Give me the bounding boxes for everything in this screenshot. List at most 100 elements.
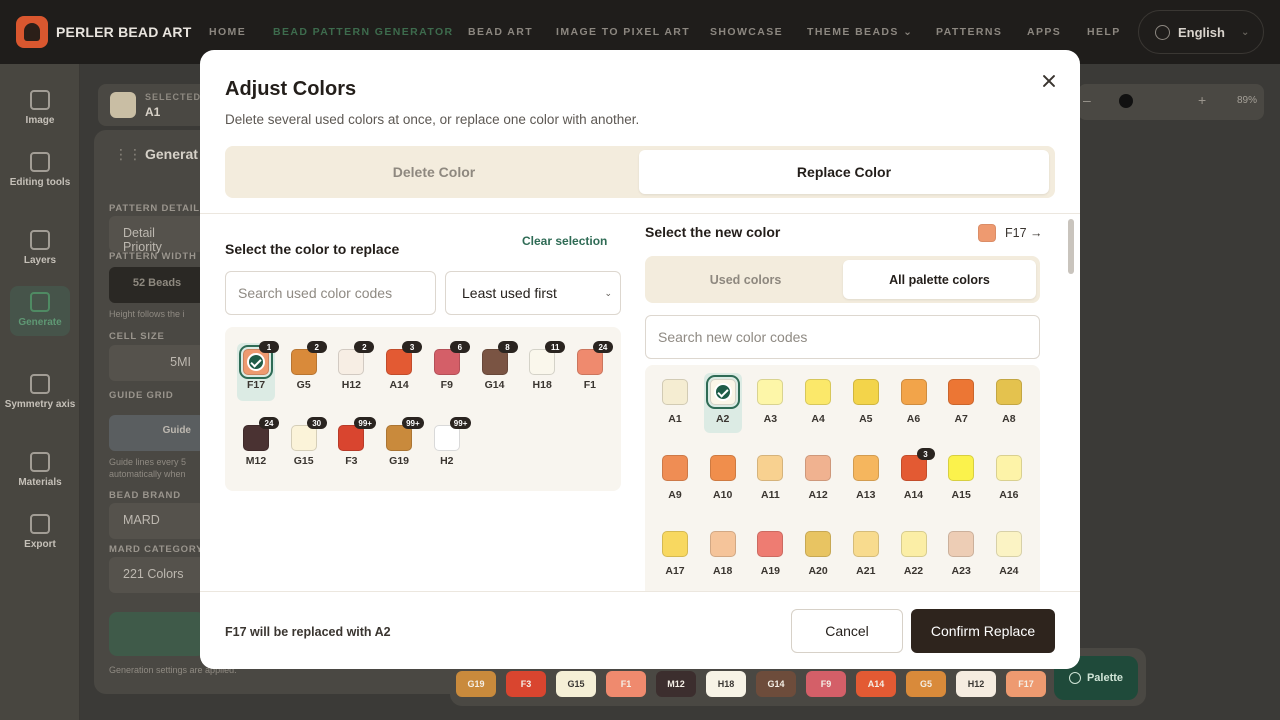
used-color-item-g14[interactable]: 8 G14 <box>476 327 524 391</box>
color-swatch <box>757 531 784 557</box>
palette-color-item-a23[interactable]: A23 <box>942 531 986 595</box>
nav-bead-pattern-generator[interactable]: BEAD PATTERN GENERATOR <box>273 26 454 38</box>
scrollbar-track[interactable] <box>1066 217 1074 641</box>
tab-all-palette-colors[interactable]: All palette colors <box>843 260 1036 299</box>
used-color-chip[interactable]: F17 <box>1006 671 1046 697</box>
guide-grid-option[interactable]: Guide <box>109 415 205 451</box>
used-color-chip[interactable]: G5 <box>906 671 946 697</box>
usage-count-badge: 8 <box>497 341 518 353</box>
used-color-item-h12[interactable]: 2 H12 <box>332 327 380 391</box>
tab-replace-color[interactable]: Replace Color <box>639 150 1049 194</box>
mard-category-select[interactable]: 221 Colors <box>109 557 205 593</box>
brand-name[interactable]: PERLER BEAD ART <box>56 24 192 40</box>
used-color-chip[interactable]: A14 <box>856 671 896 697</box>
palette-color-item-a9[interactable]: A9 <box>656 455 700 519</box>
sidebar-item-export[interactable]: Export <box>0 514 80 552</box>
palette-color-item-a17[interactable]: A17 <box>656 531 700 595</box>
palette-color-item-a11[interactable]: A11 <box>751 455 795 519</box>
used-color-chip[interactable]: F1 <box>606 671 646 697</box>
used-color-chip[interactable]: F3 <box>506 671 546 697</box>
palette-color-item-a24[interactable]: A24 <box>990 531 1034 595</box>
palette-color-item-a6[interactable]: A6 <box>895 379 939 443</box>
zoom-in-button[interactable]: + <box>1198 92 1206 108</box>
sidebar-item-image[interactable]: Image <box>0 90 80 128</box>
sidebar-item-layers[interactable]: Layers <box>0 230 80 268</box>
zoom-out-button[interactable]: – <box>1083 92 1091 108</box>
color-code: A11 <box>761 489 780 501</box>
palette-color-item-a2[interactable]: A2 <box>703 373 748 443</box>
palette-color-item-a15[interactable]: A15 <box>942 455 986 519</box>
used-color-chip[interactable]: F9 <box>806 671 846 697</box>
generate-button[interactable] <box>109 612 205 656</box>
used-color-chip[interactable]: G19 <box>456 671 496 697</box>
palette-color-item-a12[interactable]: A12 <box>799 455 843 519</box>
close-icon[interactable] <box>1038 70 1060 92</box>
palette-color-item-a10[interactable]: A10 <box>704 455 748 519</box>
color-swatch <box>852 455 879 481</box>
scrollbar-thumb[interactable] <box>1068 219 1074 274</box>
nav-help[interactable]: HELP <box>1087 26 1121 38</box>
palette-color-item-a19[interactable]: A19 <box>751 531 795 595</box>
tab-used-colors[interactable]: Used colors <box>649 260 842 299</box>
used-color-item-f17[interactable]: 1 F17 <box>237 327 285 401</box>
sidebar-item-editing-tools[interactable]: Editing tools <box>0 152 80 190</box>
selected-color-value: A1 <box>145 105 161 119</box>
nav-image-to-pixel-art[interactable]: IMAGE TO PIXEL ART <box>556 26 690 38</box>
palette-color-item-a13[interactable]: A13 <box>847 455 891 519</box>
sidebar-item-symmetry-axis[interactable]: Symmetry axis <box>0 374 80 412</box>
search-used-colors-input[interactable] <box>225 271 436 315</box>
used-color-item-h18[interactable]: 11 H18 <box>523 327 571 391</box>
used-color-chip[interactable]: M12 <box>656 671 696 697</box>
zoom-slider-handle[interactable] <box>1119 94 1133 108</box>
palette-color-item-a5[interactable]: A5 <box>847 379 891 443</box>
adjust-colors-dialog: Adjust Colors Delete several used colors… <box>200 50 1080 669</box>
sidebar-item-generate[interactable]: Generate <box>10 286 70 336</box>
nav-patterns[interactable]: PATTERNS <box>936 26 1002 38</box>
palette-color-item-a1[interactable]: A1 <box>656 379 700 443</box>
bead-brand-select[interactable]: MARD <box>109 503 205 539</box>
nav-home[interactable]: HOME <box>209 26 246 38</box>
palette-color-item-a16[interactable]: A16 <box>990 455 1034 519</box>
cancel-button[interactable]: Cancel <box>791 609 903 653</box>
nav-theme-beads[interactable]: THEME BEADS ⌄ <box>807 26 913 38</box>
drag-handle-icon[interactable]: ⋮⋮ <box>114 146 142 163</box>
palette-color-item-a21[interactable]: A21 <box>847 531 891 595</box>
nav-showcase[interactable]: SHOWCASE <box>710 26 783 38</box>
used-color-chip[interactable]: G14 <box>756 671 796 697</box>
palette-color-item-a4[interactable]: A4 <box>799 379 843 443</box>
palette-color-item-a18[interactable]: A18 <box>704 531 748 595</box>
used-color-item-a14[interactable]: 3 A14 <box>380 327 428 391</box>
search-new-colors-input[interactable] <box>645 315 1040 359</box>
used-color-item-f9[interactable]: 6 F9 <box>428 327 476 391</box>
used-color-item-f1[interactable]: 24 F1 <box>571 327 619 391</box>
palette-color-item-a14[interactable]: 3 A14 <box>895 448 939 519</box>
nav-bead-art[interactable]: BEAD ART <box>468 26 533 38</box>
used-color-item-m12[interactable]: 24 M12 <box>237 403 285 467</box>
pattern-detail-select[interactable]: Detail Priority <box>109 216 205 254</box>
color-swatch <box>709 455 736 481</box>
palette-color-item-a3[interactable]: A3 <box>751 379 795 443</box>
used-color-item-h2[interactable]: 99+ H2 <box>428 403 476 467</box>
nav-apps[interactable]: APPS <box>1027 26 1061 38</box>
language-selector[interactable]: English ⌄ <box>1138 10 1264 54</box>
app-logo-icon[interactable] <box>16 16 48 48</box>
sidebar-item-materials[interactable]: Materials <box>0 452 80 490</box>
pattern-width-option[interactable]: 52 Beads <box>109 267 205 303</box>
used-color-item-f3[interactable]: 99+ F3 <box>332 403 380 467</box>
used-color-item-g15[interactable]: 30 G15 <box>285 403 333 467</box>
used-color-item-g19[interactable]: 99+ G19 <box>380 403 428 467</box>
usage-count-badge: 11 <box>545 341 566 353</box>
sort-order-select[interactable]: Least used first ⌄ <box>445 271 621 315</box>
palette-color-item-a22[interactable]: A22 <box>895 531 939 595</box>
used-color-chip[interactable]: G15 <box>556 671 596 697</box>
palette-color-item-a8[interactable]: A8 <box>990 379 1034 443</box>
tab-delete-color[interactable]: Delete Color <box>229 150 639 194</box>
used-color-chip[interactable]: H18 <box>706 671 746 697</box>
clear-selection-link[interactable]: Clear selection <box>522 234 607 248</box>
confirm-replace-button[interactable]: Confirm Replace <box>911 609 1055 653</box>
palette-color-item-a7[interactable]: A7 <box>942 379 986 443</box>
used-color-chip[interactable]: H12 <box>956 671 996 697</box>
used-color-item-g5[interactable]: 2 G5 <box>285 327 333 391</box>
cell-size-option[interactable]: 5MI <box>109 345 205 381</box>
palette-color-item-a20[interactable]: A20 <box>799 531 843 595</box>
